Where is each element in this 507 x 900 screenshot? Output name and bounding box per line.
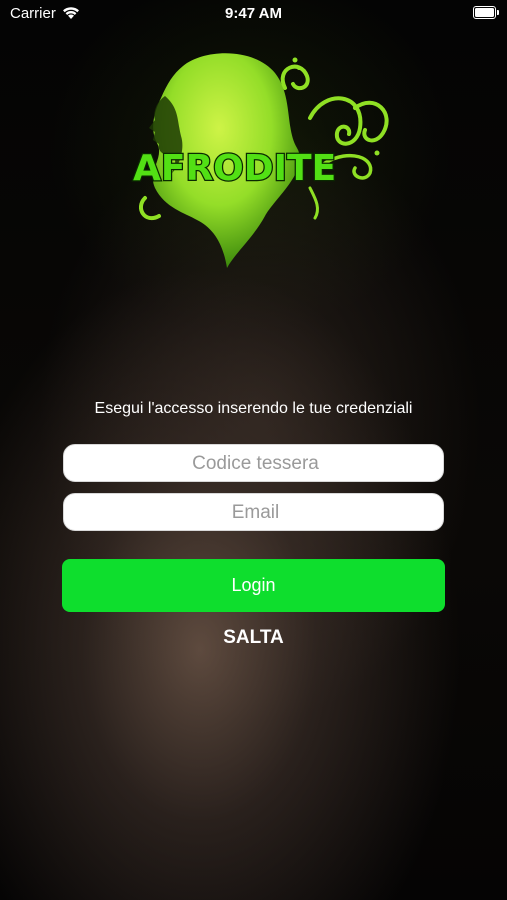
skip-button[interactable]: SALTA	[0, 627, 507, 649]
battery-icon	[473, 6, 499, 19]
card-code-input[interactable]	[64, 445, 447, 483]
card-code-field[interactable]	[63, 444, 447, 483]
afrodite-logo: AFRODITE	[125, 48, 400, 273]
status-bar: Carrier 9:47 AM	[0, 0, 507, 28]
logo-wordmark: AFRODITE	[133, 148, 336, 189]
login-button[interactable]: Login	[62, 559, 445, 612]
login-instructions: Esegui l'accesso inserendo le tue creden…	[94, 400, 413, 417]
email-input[interactable]	[64, 494, 447, 532]
email-field[interactable]	[63, 493, 447, 532]
clock: 9:47 AM	[225, 5, 282, 22]
